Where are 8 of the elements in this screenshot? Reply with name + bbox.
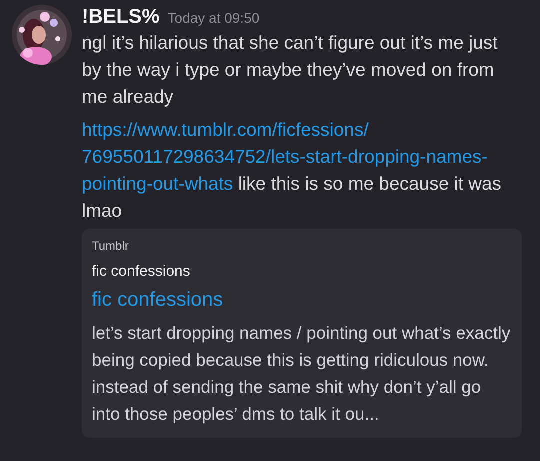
embed-author: fic confessions <box>92 263 192 280</box>
message-text: https://www.tumblr.com/ficfessions/769550117298634752/lets-start-dropping-names-pointing-out-whats like this is so me because it was lmao <box>82 118 503 223</box>
message-text: ngl it’s hilarious that she can’t figure out it’s me just by the way i type or maybe they’ve moved on from me already <box>82 31 499 109</box>
embed-description: let’s start dropping names / pointing out what’s exactly being copied because this is getting ridiculous now. instead of sending the same shit why don’t y’all go into those peoples’ dms to talk it ou... <box>92 322 512 426</box>
username[interactable]: !BELS% <box>82 6 160 29</box>
embed-title-link[interactable]: fic confessions <box>92 289 512 312</box>
timestamp: Today at 09:50 <box>168 10 260 26</box>
embed-provider: Tumblr <box>92 239 130 253</box>
